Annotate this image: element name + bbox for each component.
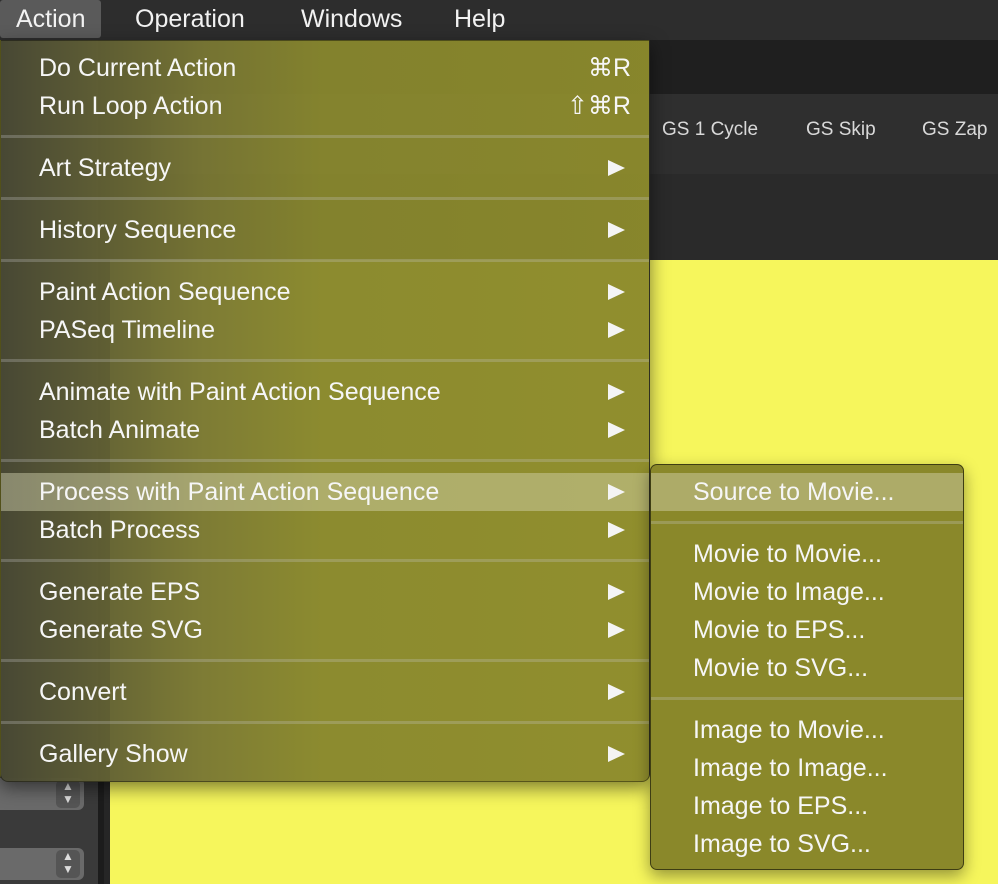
menu-item-batch-process[interactable]: Batch Process <box>1 511 649 549</box>
submenu-item-label: Source to Movie... <box>693 478 895 506</box>
menu-action[interactable]: Action <box>0 0 102 38</box>
menu-item-label: Convert <box>39 678 127 706</box>
submenu-arrow-icon <box>608 160 625 176</box>
submenu-arrow-icon <box>608 584 625 600</box>
menu-item-shortcut: ⌘R <box>587 54 631 82</box>
submenu-item-movie-to-movie[interactable]: Movie to Movie... <box>651 535 963 573</box>
menu-separator <box>1 721 649 724</box>
submenu-item-label: Image to Image... <box>693 754 888 782</box>
menu-item-generate-eps[interactable]: Generate EPS <box>1 573 649 611</box>
submenu-arrow-icon <box>608 384 625 400</box>
menu-item-label: Paint Action Sequence <box>39 278 291 306</box>
menu-separator <box>1 259 649 262</box>
panel-stepper-1[interactable]: ▲ ▼ <box>0 778 84 810</box>
submenu-item-label: Movie to SVG... <box>693 654 869 682</box>
menu-item-label: Run Loop Action <box>39 92 223 120</box>
submenu-item-image-to-image[interactable]: Image to Image... <box>651 749 963 787</box>
menu-item-label: Batch Animate <box>39 416 201 444</box>
submenu-item-label: Image to EPS... <box>693 792 869 820</box>
menu-windows[interactable]: Windows <box>285 0 418 38</box>
menu-help[interactable]: Help <box>438 0 521 38</box>
menu-operation[interactable]: Operation <box>119 0 261 38</box>
menu-separator <box>1 459 649 462</box>
up-down-stepper-icon[interactable]: ▲ ▼ <box>56 850 80 878</box>
menu-separator <box>1 559 649 562</box>
process-submenu: Source to Movie... Movie to Movie... Mov… <box>650 464 964 870</box>
menu-item-convert[interactable]: Convert <box>1 673 649 711</box>
menu-bar: Action Operation Windows Help <box>0 0 998 40</box>
menu-item-generate-svg[interactable]: Generate SVG <box>1 611 649 649</box>
menu-item-label: Generate SVG <box>39 616 203 644</box>
submenu-arrow-icon <box>608 684 625 700</box>
submenu-separator <box>651 697 963 700</box>
menu-item-label: Do Current Action <box>39 54 237 82</box>
submenu-item-image-to-movie[interactable]: Image to Movie... <box>651 711 963 749</box>
menu-item-label: Batch Process <box>39 516 201 544</box>
submenu-arrow-icon <box>608 284 625 300</box>
submenu-item-label: Movie to Movie... <box>693 540 882 568</box>
submenu-item-source-to-movie[interactable]: Source to Movie... <box>651 473 963 511</box>
submenu-arrow-icon <box>608 422 625 438</box>
submenu-item-movie-to-svg[interactable]: Movie to SVG... <box>651 649 963 687</box>
submenu-arrow-icon <box>608 484 625 500</box>
submenu-arrow-icon <box>608 522 625 538</box>
gs-1-cycle-button[interactable]: GS 1 Cycle <box>662 119 758 141</box>
submenu-arrow-icon <box>608 622 625 638</box>
submenu-item-label: Movie to Image... <box>693 578 885 606</box>
panel-stepper-2[interactable]: ▲ ▼ <box>0 848 84 880</box>
menu-separator <box>1 197 649 200</box>
menu-item-label: Process with Paint Action Sequence <box>39 478 440 506</box>
submenu-arrow-icon <box>608 222 625 238</box>
menu-separator <box>1 135 649 138</box>
menu-item-paseq-timeline[interactable]: PASeq Timeline <box>1 311 649 349</box>
menu-item-art-strategy[interactable]: Art Strategy <box>1 149 649 187</box>
menu-item-shortcut: ⇧⌘R <box>566 92 631 120</box>
menu-item-run-loop-action[interactable]: Run Loop Action ⇧⌘R <box>1 87 649 125</box>
menu-item-paint-action-sequence[interactable]: Paint Action Sequence <box>1 273 649 311</box>
menu-item-batch-animate[interactable]: Batch Animate <box>1 411 649 449</box>
menu-item-label: Generate EPS <box>39 578 201 606</box>
submenu-item-image-to-eps[interactable]: Image to EPS... <box>651 787 963 825</box>
menu-item-label: Animate with Paint Action Sequence <box>39 378 441 406</box>
menu-item-process-with-pas[interactable]: Process with Paint Action Sequence <box>1 473 649 511</box>
submenu-item-label: Movie to EPS... <box>693 616 866 644</box>
menu-item-label: History Sequence <box>39 216 237 244</box>
menu-item-label: PASeq Timeline <box>39 316 216 344</box>
menu-item-label: Art Strategy <box>39 154 171 182</box>
menu-item-do-current-action[interactable]: Do Current Action ⌘R <box>1 49 649 87</box>
submenu-item-movie-to-image[interactable]: Movie to Image... <box>651 573 963 611</box>
menu-item-animate-with-pas[interactable]: Animate with Paint Action Sequence <box>1 373 649 411</box>
gs-skip-button[interactable]: GS Skip <box>806 119 876 141</box>
submenu-item-label: Image to Movie... <box>693 716 885 744</box>
submenu-separator <box>651 521 963 524</box>
submenu-item-label: Image to SVG... <box>693 830 871 858</box>
menu-item-history-sequence[interactable]: History Sequence <box>1 211 649 249</box>
up-down-stepper-icon[interactable]: ▲ ▼ <box>56 780 80 808</box>
menu-item-label: Gallery Show <box>39 740 188 768</box>
submenu-arrow-icon <box>608 746 625 762</box>
submenu-item-image-to-svg[interactable]: Image to SVG... <box>651 825 963 863</box>
submenu-arrow-icon <box>608 322 625 338</box>
menu-separator <box>1 659 649 662</box>
action-menu-dropdown: Do Current Action ⌘R Run Loop Action ⇧⌘R… <box>0 40 650 782</box>
menu-item-gallery-show[interactable]: Gallery Show <box>1 735 649 773</box>
submenu-item-movie-to-eps[interactable]: Movie to EPS... <box>651 611 963 649</box>
menu-separator <box>1 359 649 362</box>
gs-zap-button[interactable]: GS Zap <box>922 119 987 141</box>
